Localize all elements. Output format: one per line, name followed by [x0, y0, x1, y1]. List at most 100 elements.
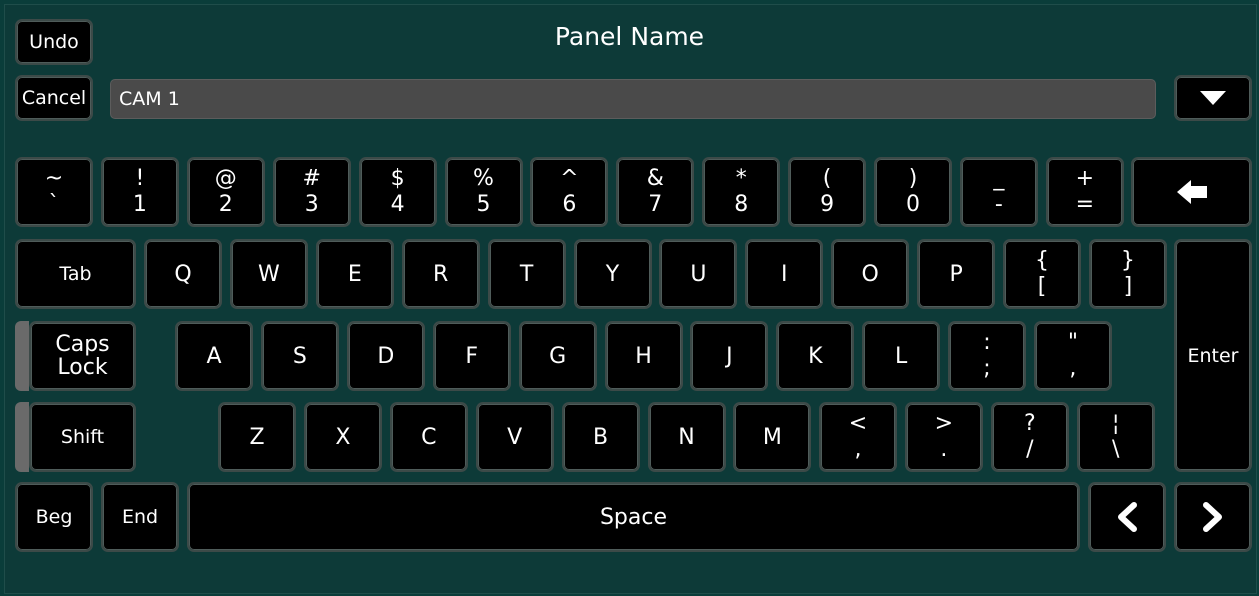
- letter-key-a[interactable]: A: [175, 321, 253, 391]
- bracket-key[interactable]: }]: [1088, 239, 1167, 309]
- number-key[interactable]: $4: [358, 157, 437, 227]
- letter-key-f[interactable]: F: [432, 321, 511, 391]
- letter-key-p[interactable]: P: [917, 239, 996, 309]
- key-upper-label: ": [1067, 330, 1078, 355]
- letter-key-n[interactable]: N: [647, 402, 726, 472]
- key-lower-label: 2: [218, 192, 233, 217]
- key-upper-label: +: [1075, 166, 1095, 191]
- punctuation-key[interactable]: <,: [819, 402, 897, 472]
- letter-key-c[interactable]: C: [389, 402, 468, 472]
- letter-key-e[interactable]: E: [315, 239, 394, 309]
- key-lower-label: [: [1037, 274, 1047, 299]
- key-upper-label: %: [473, 166, 494, 191]
- key-lower-label: 4: [390, 192, 405, 217]
- letter-key-h[interactable]: H: [604, 321, 683, 391]
- cursor-left-key[interactable]: [1088, 482, 1166, 552]
- letter-key-w[interactable]: W: [229, 239, 308, 309]
- number-key[interactable]: @2: [186, 157, 265, 227]
- letter-key-d[interactable]: D: [346, 321, 425, 391]
- letter-key-x[interactable]: X: [303, 402, 382, 472]
- number-key[interactable]: ! 1: [100, 157, 179, 227]
- bracket-key[interactable]: {[: [1003, 239, 1081, 309]
- letter-key-u[interactable]: U: [659, 239, 738, 309]
- dropdown-button[interactable]: [1174, 75, 1252, 121]
- number-key[interactable]: ) 0: [874, 157, 952, 227]
- key-upper-label: ~: [44, 166, 64, 191]
- number-key[interactable]: #3: [272, 157, 351, 227]
- key-lower-label: ;: [983, 356, 991, 381]
- key-lower-label: 7: [648, 192, 663, 217]
- key-lower-label: /: [1026, 437, 1034, 462]
- shift-key[interactable]: Shift: [29, 402, 136, 472]
- number-key[interactable]: _ -: [959, 157, 1038, 227]
- panel-name-input[interactable]: CAM 1: [110, 79, 1156, 119]
- key-upper-label: #: [302, 166, 321, 191]
- end-key[interactable]: End: [101, 482, 179, 552]
- key-lower-label: 3: [304, 192, 319, 217]
- letter-key-b[interactable]: B: [561, 402, 640, 472]
- letter-key-j[interactable]: J: [690, 321, 769, 391]
- key-upper-label: *: [735, 166, 747, 191]
- number-key[interactable]: & 7: [616, 157, 695, 227]
- undo-button[interactable]: Undo: [15, 19, 93, 65]
- punctuation-key[interactable]: >.: [904, 402, 983, 472]
- letter-key-k[interactable]: K: [776, 321, 855, 391]
- chevron-left-icon: [1118, 502, 1137, 532]
- key-lower-label: =: [1075, 192, 1095, 217]
- caps-lock-key[interactable]: Caps Lock: [29, 321, 136, 391]
- key-lower-label: 5: [476, 192, 491, 217]
- number-key[interactable]: ^ 6: [530, 157, 609, 227]
- punctuation-key[interactable]: :;: [948, 321, 1026, 391]
- letter-key-y[interactable]: Y: [573, 239, 652, 309]
- letter-key-m[interactable]: M: [733, 402, 812, 472]
- key-lower-label: ,: [1069, 356, 1077, 381]
- key-upper-label: @: [214, 166, 237, 191]
- caps-label-top: Caps: [55, 332, 110, 357]
- tab-key[interactable]: Tab: [15, 239, 136, 309]
- key-upper-label: {: [1035, 248, 1049, 273]
- key-lower-label: 0: [906, 192, 920, 217]
- enter-key[interactable]: Enter: [1174, 239, 1252, 472]
- letter-key-l[interactable]: L: [862, 321, 941, 391]
- letter-key-s[interactable]: S: [260, 321, 339, 391]
- cancel-button[interactable]: Cancel: [15, 75, 93, 121]
- panel-name-value: CAM 1: [119, 88, 180, 110]
- key-upper-label: ): [908, 166, 918, 191]
- caps-lock-indicator: [15, 321, 29, 391]
- number-key[interactable]: + =: [1045, 157, 1124, 227]
- backspace-arrow-icon: [1176, 180, 1207, 204]
- punctuation-key[interactable]: ¦ \: [1076, 402, 1155, 472]
- beg-key[interactable]: Beg: [15, 482, 93, 552]
- chevron-right-icon: [1203, 502, 1222, 532]
- caps-label-bottom: Lock: [57, 355, 108, 380]
- key-lower-label: ]: [1123, 274, 1133, 299]
- punctuation-key[interactable]: ",: [1033, 321, 1112, 391]
- punctuation-key[interactable]: ? /: [990, 402, 1069, 472]
- number-key[interactable]: * 8: [702, 157, 781, 227]
- key-upper-label: $: [390, 166, 405, 191]
- space-key[interactable]: Space: [187, 482, 1080, 552]
- letter-key-o[interactable]: O: [831, 239, 910, 309]
- key-lower-label: -: [994, 192, 1003, 217]
- number-key[interactable]: ~ `: [15, 157, 93, 227]
- number-key[interactable]: (9: [788, 157, 867, 227]
- backspace-key[interactable]: [1131, 157, 1252, 227]
- key-lower-label: 9: [820, 192, 835, 217]
- cursor-right-key[interactable]: [1174, 482, 1252, 552]
- shift-indicator: [15, 402, 29, 472]
- letter-key-q[interactable]: Q: [144, 239, 222, 309]
- letter-key-t[interactable]: T: [487, 239, 566, 309]
- letter-key-i[interactable]: I: [745, 239, 824, 309]
- letter-key-r[interactable]: R: [401, 239, 480, 309]
- page-title: Panel Name: [554, 22, 705, 51]
- letter-key-g[interactable]: G: [518, 321, 597, 391]
- number-key[interactable]: % 5: [444, 157, 523, 227]
- triangle-down-icon: [1200, 91, 1226, 105]
- key-upper-label: :: [983, 330, 991, 355]
- letter-key-v[interactable]: V: [475, 402, 554, 472]
- key-lower-label: 8: [734, 192, 749, 217]
- key-upper-label: !: [135, 166, 145, 191]
- key-upper-label: }: [1120, 248, 1135, 273]
- key-lower-label: .: [940, 437, 948, 462]
- letter-key-z[interactable]: Z: [218, 402, 296, 472]
